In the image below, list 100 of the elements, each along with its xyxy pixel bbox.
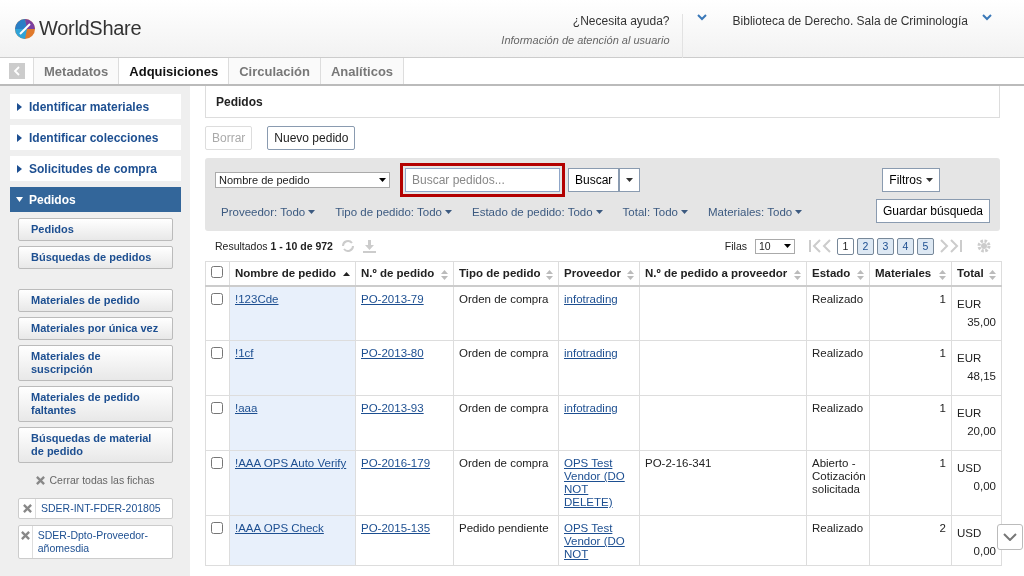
chevron-down-icon [1003, 533, 1017, 541]
column-header[interactable]: Estado [806, 261, 870, 286]
column-header[interactable]: Proveedor [558, 261, 640, 286]
table-cell: 1 [869, 285, 952, 341]
sidebar-item[interactable]: Materiales de pedido faltantes [18, 386, 173, 422]
help-subtitle: Información de atención al usuario [501, 33, 670, 46]
table-cell: Orden de compra [453, 285, 559, 341]
close-icon[interactable] [22, 504, 32, 513]
rows-select[interactable]: 10 [755, 238, 795, 254]
caret-icon [795, 210, 803, 214]
sidebar-section[interactable]: Solicitudes de compra [10, 156, 181, 181]
row-checkbox[interactable] [211, 457, 223, 469]
close-all-link[interactable]: Cerrar todas las fichas [49, 474, 155, 486]
filter-dropdown[interactable]: Materiales: Todo [708, 206, 803, 218]
caret-icon [681, 210, 689, 214]
row-checkbox[interactable] [211, 522, 223, 534]
currency: USD [957, 527, 983, 540]
amount: 20,00 [966, 425, 996, 438]
download-icon[interactable] [362, 239, 376, 253]
table-cell: Abierto - Cotización solicitada [806, 450, 870, 516]
table-cell: PO-2-16-341 [639, 450, 807, 516]
row-checkbox[interactable] [211, 292, 223, 305]
settings-icon[interactable] [976, 238, 992, 254]
logo-text: WorldShare [39, 17, 142, 40]
sidebar-item[interactable]: Materiales de suscripción [18, 345, 173, 381]
currency: EUR [957, 297, 983, 311]
amount: 0,00 [972, 480, 996, 493]
collapse-icon[interactable] [8, 63, 25, 79]
column-header[interactable]: Nombre de pedido [229, 261, 356, 286]
last-page-icon[interactable] [937, 239, 963, 253]
module-tab[interactable]: Metadatos [34, 58, 120, 84]
search-field[interactable]: Buscar pedidos... [405, 168, 560, 192]
close-icon[interactable] [36, 475, 46, 485]
close-icon[interactable] [20, 531, 30, 540]
search-button[interactable]: Buscar [568, 168, 620, 192]
chevron-down-icon[interactable] [982, 13, 992, 21]
search-options-button[interactable] [619, 168, 641, 192]
sidebar-item[interactable]: Búsquedas de material de pedido [18, 427, 173, 463]
row-checkbox[interactable] [211, 402, 223, 414]
row-checkbox[interactable] [211, 347, 223, 359]
module-tab[interactable]: Analíticos [320, 58, 405, 84]
column-header[interactable]: N.º de pedido a proveedor [639, 261, 807, 286]
sidebar-section[interactable]: Identificar materiales [10, 94, 181, 119]
caret-icon [16, 195, 23, 204]
filter-dropdown[interactable]: Estado de pedido: Todo [471, 206, 603, 218]
section-label: Identificar materiales [29, 99, 150, 114]
filters-button[interactable]: Filtros [882, 168, 940, 192]
sidebar-section[interactable]: Identificar colecciones [10, 125, 181, 150]
column-header[interactable]: Tipo de pedido [453, 261, 559, 286]
first-page-icon[interactable] [808, 239, 834, 253]
caret-icon [444, 210, 452, 214]
page-button[interactable]: 1 [837, 237, 854, 255]
sidebar-item[interactable]: Búsquedas de pedidos [18, 246, 173, 269]
institution-name[interactable]: Biblioteca de Derecho. Sala de Criminología [720, 13, 968, 28]
results-count: Resultados 1 - 10 de 972 [215, 240, 333, 252]
vendor-link[interactable]: infotrading [564, 402, 634, 415]
section-label: Solicitudes de compra [29, 161, 158, 176]
sidebar-item[interactable]: Pedidos [18, 218, 173, 241]
table-cell: 1 [869, 395, 952, 451]
amount: 35,00 [966, 315, 996, 329]
section-label: Identificar colecciones [29, 130, 159, 145]
page-button[interactable]: 4 [897, 237, 914, 255]
select-all-checkbox[interactable] [211, 266, 223, 279]
table-cell: 1 [869, 450, 952, 516]
sidebar-section[interactable]: Pedidos [10, 187, 181, 212]
refresh-icon[interactable] [340, 239, 355, 253]
sidebar-item[interactable]: Materiales por única vez [18, 317, 173, 340]
caret-icon [308, 210, 316, 214]
amount: 48,15 [966, 370, 996, 383]
search-field-select[interactable]: Nombre de pedido [215, 172, 390, 188]
action-button[interactable]: Nuevo pedido [267, 126, 356, 150]
column-header[interactable]: Materiales [869, 261, 952, 286]
sidebar-item[interactable]: Materiales de pedido [18, 289, 173, 312]
help-link[interactable]: ¿Necesita ayuda? [572, 13, 670, 28]
rows-label: Filas [724, 240, 747, 252]
page-button[interactable]: 3 [877, 237, 894, 255]
chevron-down-icon[interactable] [696, 13, 707, 21]
table-cell: Realizado [806, 340, 870, 396]
table-cell: Realizado [806, 515, 870, 566]
vendor-link[interactable]: infotrading [564, 347, 634, 360]
caret-icon [16, 133, 23, 142]
page-button[interactable]: 2 [857, 237, 874, 255]
save-search-button[interactable]: Guardar búsqueda [875, 199, 990, 223]
page-button[interactable]: 5 [917, 237, 934, 255]
scroll-down-button[interactable] [997, 524, 1023, 550]
page-title: Pedidos [216, 94, 263, 109]
table-cell: Realizado [806, 285, 870, 341]
filter-dropdown[interactable]: Total: Todo [622, 206, 689, 218]
currency: EUR [957, 352, 983, 365]
order-number-link[interactable]: PO-2016-179 [361, 457, 448, 470]
filter-dropdown[interactable]: Tipo de pedido: Todo [335, 206, 452, 218]
caret-icon [595, 210, 603, 214]
module-tab[interactable]: Circulación [229, 58, 321, 84]
column-header[interactable]: Total [951, 261, 1002, 286]
column-header[interactable]: N.º de pedido [355, 261, 454, 286]
currency: USD [957, 462, 983, 475]
table-cell: 1 [869, 340, 952, 396]
caret-icon [16, 164, 23, 173]
filter-dropdown[interactable]: Proveedor: Todo [221, 206, 316, 218]
order-name-link[interactable]: !AAA OPS Auto Verify [235, 457, 350, 470]
